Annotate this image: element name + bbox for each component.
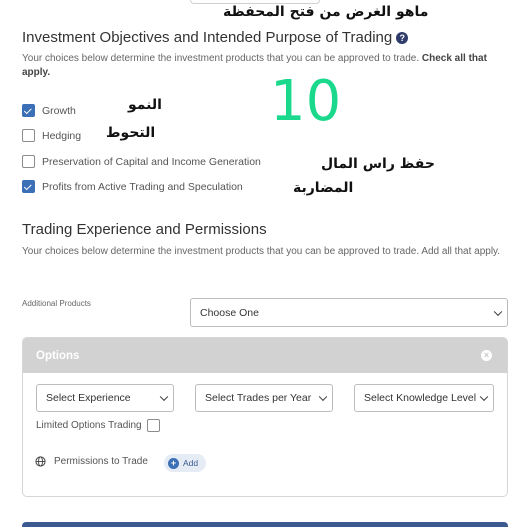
- objectives-title-text: Investment Objectives and Intended Purpo…: [22, 29, 393, 46]
- additional-products-value: Choose One: [200, 306, 259, 319]
- objectives-description-text: Your choices below determine the investm…: [22, 53, 420, 64]
- speculation-label: Profits from Active Trading and Speculat…: [42, 180, 243, 193]
- objective-preservation[interactable]: Preservation of Capital and Income Gener…: [22, 155, 261, 168]
- select-experience-value: Select Experience: [46, 392, 131, 404]
- preservation-checkbox[interactable]: [22, 155, 35, 168]
- add-label: Add: [183, 458, 199, 468]
- additional-products-select[interactable]: Choose One: [190, 298, 508, 327]
- bottom-panel-edge: [22, 522, 508, 527]
- chevron-down-icon: [159, 392, 169, 402]
- annotation-number: 10: [270, 69, 342, 134]
- permissions-label: Permissions to Trade: [54, 456, 148, 467]
- annotation-portfolio-purpose: ماهو الغرض من فتح المحفظة: [223, 4, 429, 20]
- objective-growth[interactable]: Growth: [22, 104, 76, 117]
- experience-description: Your choices below determine the investm…: [22, 246, 501, 257]
- preservation-label: Preservation of Capital and Income Gener…: [42, 155, 261, 168]
- objectives-description: Your choices below determine the investm…: [22, 52, 502, 80]
- objectives-title: Investment Objectives and Intended Purpo…: [22, 29, 409, 46]
- limited-options-trading[interactable]: Limited Options Trading: [36, 419, 160, 432]
- add-permission-button[interactable]: + Add: [164, 454, 207, 472]
- hedging-checkbox[interactable]: [22, 129, 35, 142]
- question-circle-icon[interactable]: ?: [396, 32, 409, 44]
- chevron-down-icon: [479, 392, 489, 402]
- annotation-growth: النمو: [128, 97, 162, 113]
- annotation-capital-preservation: حفظ راس المال: [321, 156, 435, 172]
- limited-options-checkbox[interactable]: [146, 419, 160, 432]
- select-experience[interactable]: Select Experience: [36, 384, 174, 412]
- limited-options-label: Limited Options Trading: [36, 420, 142, 431]
- globe-icon: [35, 456, 46, 470]
- close-icon[interactable]: ×: [481, 350, 492, 361]
- select-knowledge-level[interactable]: Select Knowledge Level: [354, 384, 494, 412]
- select-trades-per-year[interactable]: Select Trades per Year: [195, 384, 333, 412]
- growth-checkbox[interactable]: [22, 104, 35, 117]
- options-panel-header[interactable]: Options ×: [23, 338, 507, 373]
- annotation-speculation: المضاربة: [293, 180, 354, 196]
- additional-products-label: Additional Products: [22, 299, 91, 308]
- experience-title: Trading Experience and Permissions: [22, 221, 267, 238]
- chevron-down-icon: [318, 392, 328, 402]
- options-panel: Options ×: [22, 337, 508, 497]
- objective-speculation[interactable]: Profits from Active Trading and Speculat…: [22, 180, 243, 193]
- hedging-label: Hedging: [42, 129, 82, 142]
- chevron-down-icon: [493, 307, 503, 316]
- growth-label: Growth: [42, 104, 76, 117]
- options-panel-title: Options: [36, 349, 80, 362]
- annotation-hedging: التحوط: [106, 125, 156, 141]
- speculation-checkbox[interactable]: [22, 180, 35, 193]
- objective-hedging[interactable]: Hedging: [22, 129, 81, 142]
- plus-icon: +: [168, 457, 179, 469]
- select-knowledge-value: Select Knowledge Level: [364, 392, 477, 404]
- select-trades-value: Select Trades per Year: [205, 392, 312, 404]
